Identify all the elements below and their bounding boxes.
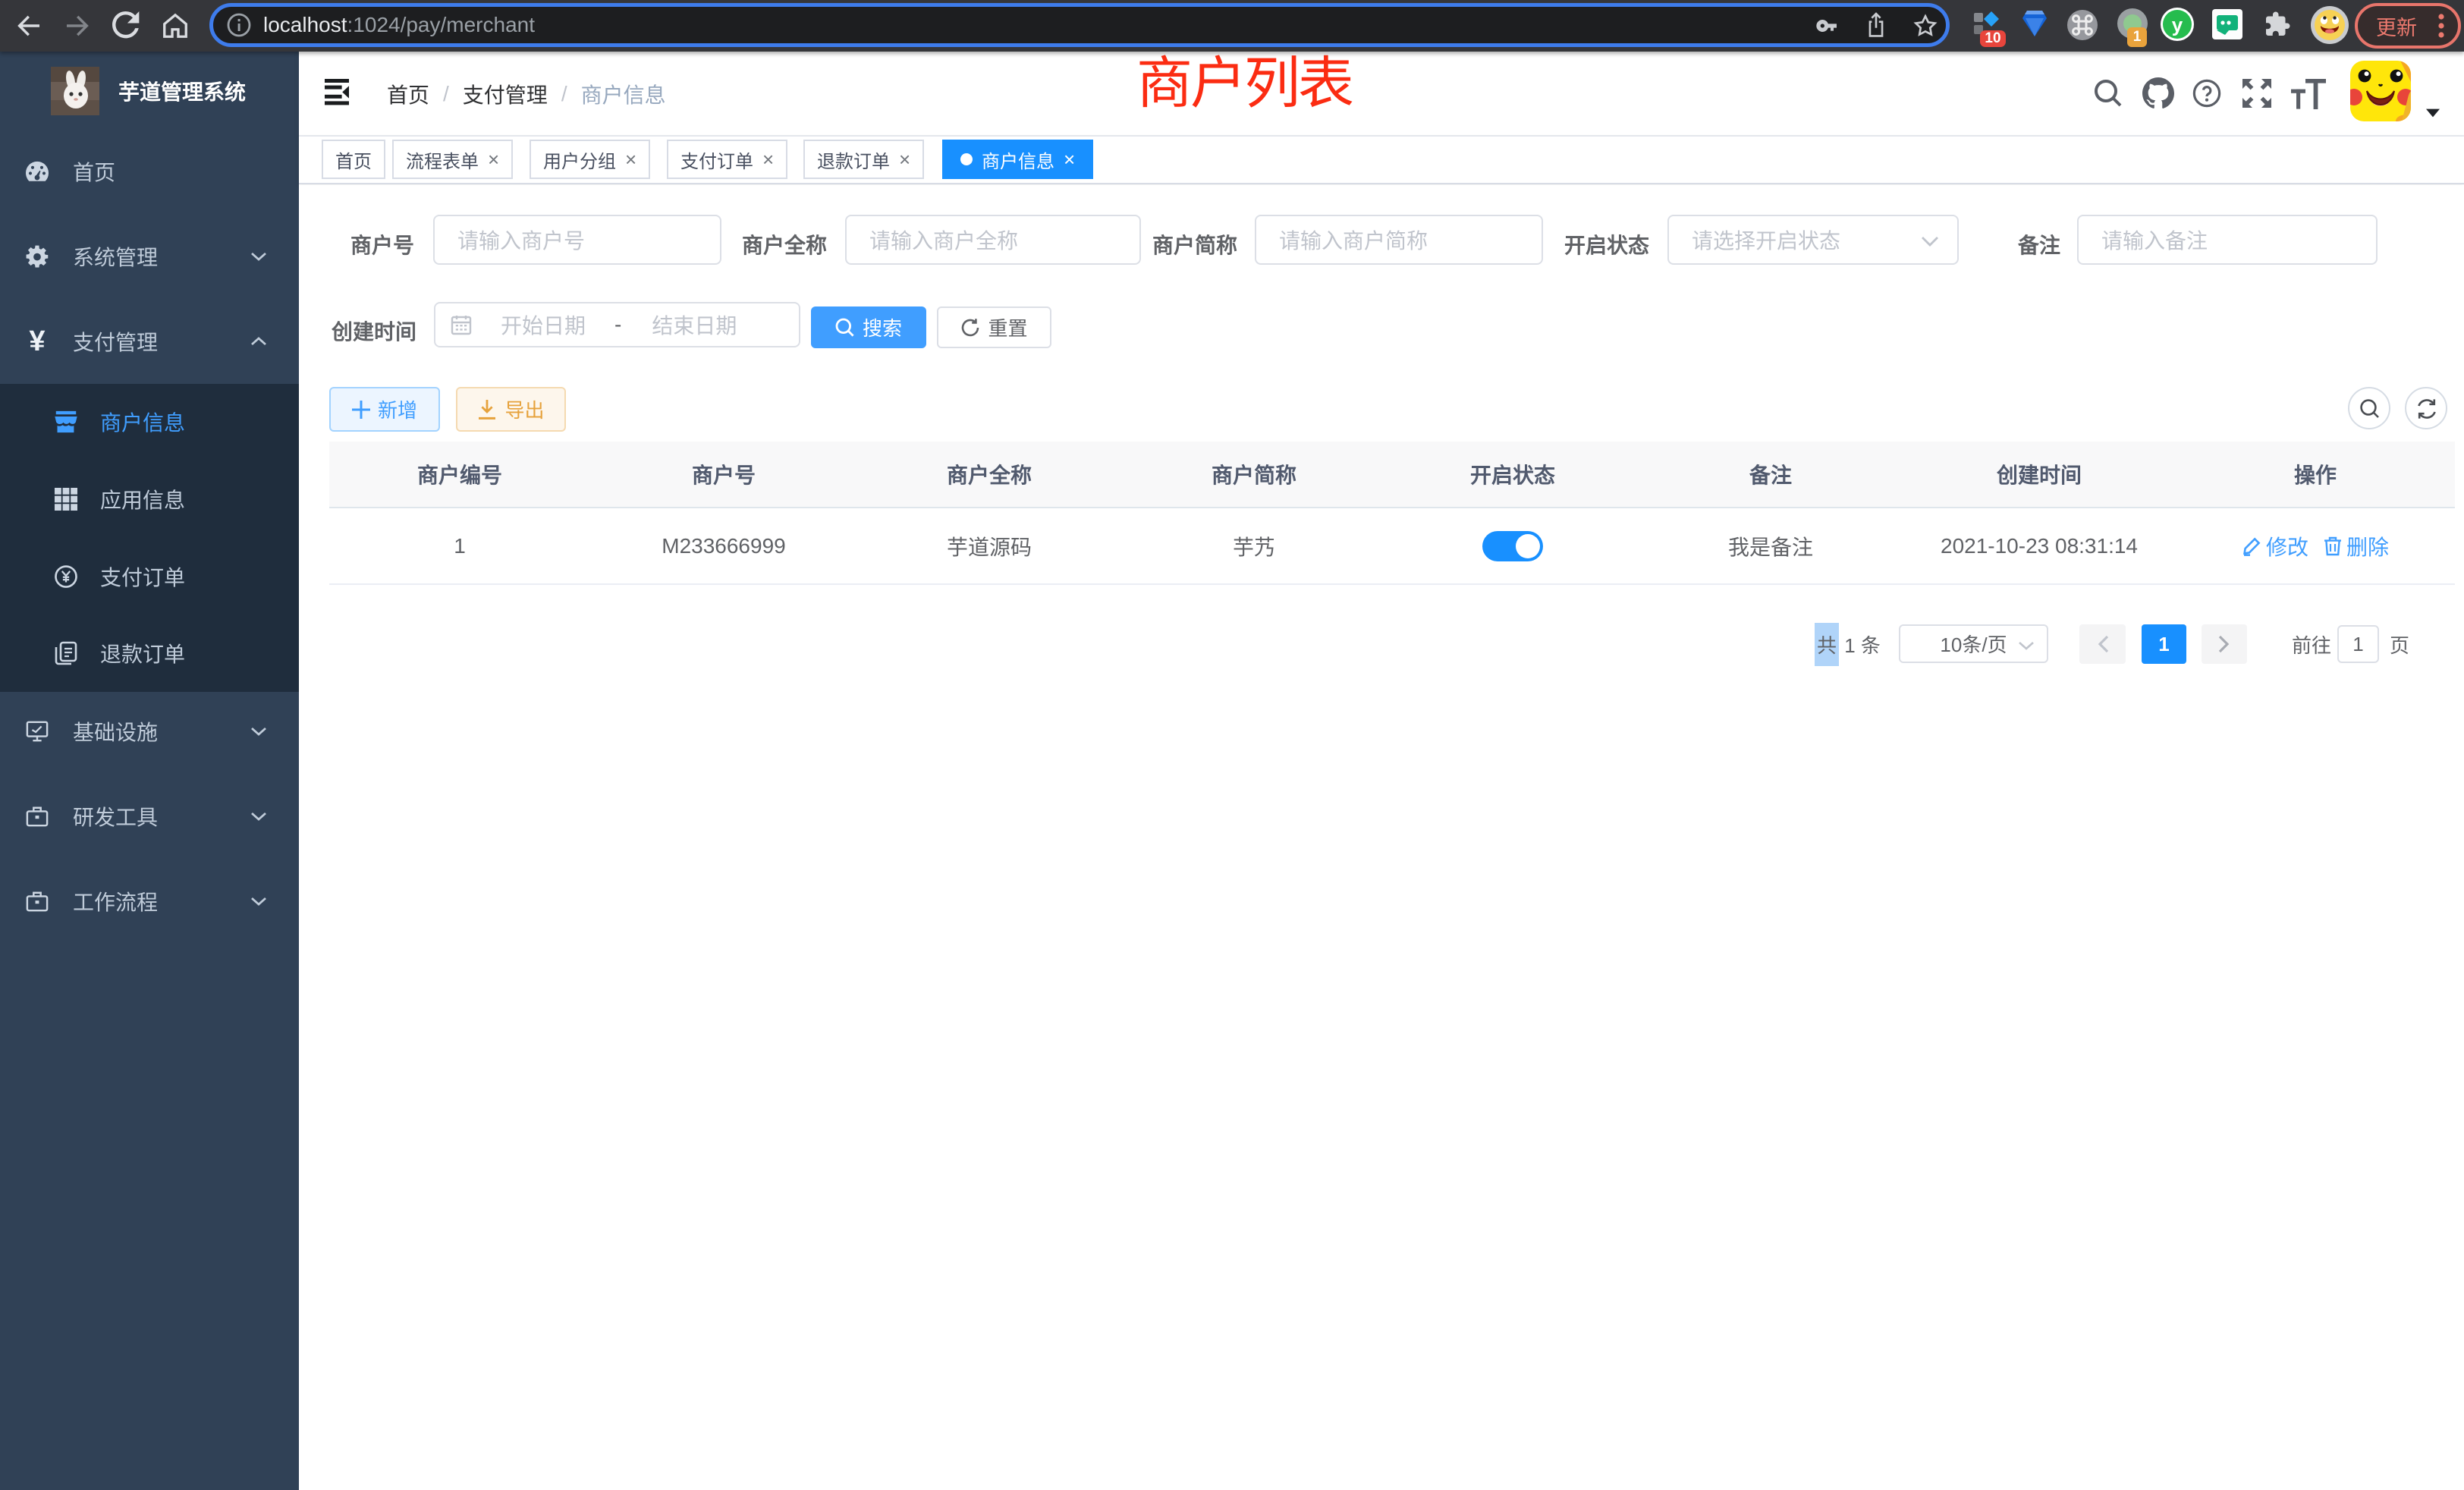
svg-text:y: y	[2172, 14, 2183, 36]
